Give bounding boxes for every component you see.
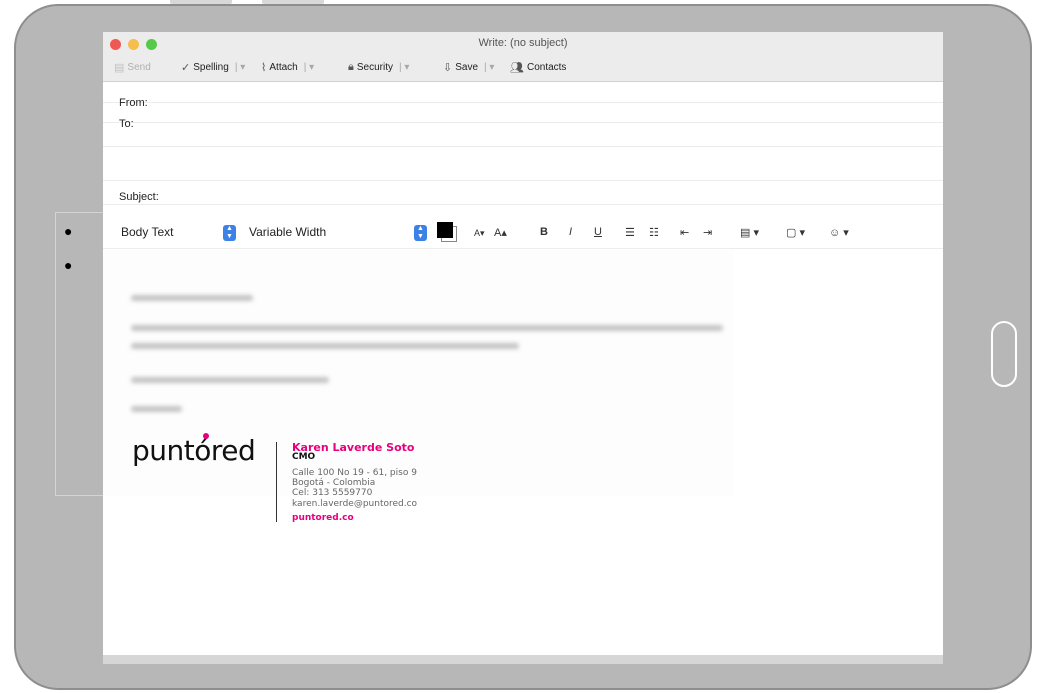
window-title: Write: (no subject) <box>478 37 568 49</box>
underline-button[interactable]: U <box>594 226 602 238</box>
signature-email[interactable]: karen.laverde@puntored.co <box>292 499 417 509</box>
signature-role: CMO <box>292 452 316 462</box>
to-row[interactable]: To: <box>103 103 943 130</box>
attach-dropdown-icon[interactable]: | ▾ <box>304 62 314 73</box>
indent-icon[interactable]: ⇥ <box>703 226 712 239</box>
subject-label: Subject: <box>119 191 159 203</box>
bold-button[interactable]: B <box>540 226 548 238</box>
font-stepper-icon[interactable]: ▲ ▼ <box>414 225 427 241</box>
contacts-button[interactable]: 👥︎ Contacts <box>510 61 566 74</box>
body-signoff <box>131 406 182 412</box>
logo-accent-dot <box>203 433 209 439</box>
compose-window: Write: (no subject) ▤ Send ✓ Spelling | … <box>103 32 943 664</box>
body-paragraph-line-1 <box>131 325 723 331</box>
send-icon: ▤ <box>114 62 125 74</box>
insert-icon[interactable]: ▢ ▾ <box>786 226 805 239</box>
numbered-list-icon[interactable]: ☷ <box>649 226 659 239</box>
signature-phone: Cel: 313 5559770 <box>292 488 373 498</box>
larger-text-button[interactable]: A▴ <box>494 226 507 239</box>
screen-bottom-bar <box>103 655 943 664</box>
smaller-text-button[interactable]: A▾ <box>474 228 485 239</box>
subject-row[interactable]: Subject: <box>103 181 943 205</box>
attach-button[interactable]: ⌇ Attach | ▾ <box>261 61 314 74</box>
outdent-icon[interactable]: ⇤ <box>680 226 689 239</box>
save-button[interactable]: ⇩ Save | ▾ <box>443 61 494 74</box>
volume-button-2 <box>262 0 324 4</box>
spelling-label: Spelling <box>193 62 229 73</box>
italic-button[interactable]: I <box>569 226 572 238</box>
spelling-button[interactable]: ✓ Spelling | ▾ <box>181 61 245 74</box>
spelling-dropdown-icon[interactable]: | ▾ <box>235 62 245 73</box>
security-label: Security <box>356 62 393 73</box>
bullet-1: ● <box>64 223 73 239</box>
paperclip-icon: ⌇ <box>261 62 267 74</box>
bullet-2: ● <box>64 257 73 273</box>
send-label: Send <box>127 62 151 73</box>
signature-address: Calle 100 No 19 - 61, piso 9 <box>292 468 417 478</box>
volume-button <box>170 0 232 4</box>
compose-toolbar: ▤ Send ✓ Spelling | ▾ ⌇ Attach | ▾ 🔒︎ Se… <box>103 54 943 82</box>
checkmark-icon: ✓ <box>181 62 191 74</box>
paragraph-style-stepper-icon[interactable]: ▲ ▼ <box>223 225 236 241</box>
recipient-row-3[interactable] <box>103 147 943 181</box>
font-select[interactable]: Variable Width <box>249 225 326 239</box>
recipient-row-2[interactable] <box>103 123 943 147</box>
format-bar: Body Text ▲ ▼ Variable Width ▲ ▼ A▾ A▴ B I… <box>103 217 943 249</box>
download-icon: ⇩ <box>443 62 453 74</box>
send-button[interactable]: ▤ Send <box>114 61 151 74</box>
security-dropdown-icon[interactable]: | ▾ <box>399 62 409 73</box>
bullet-list-icon[interactable]: ☰ <box>625 226 635 239</box>
title-bar: Write: (no subject) <box>103 32 943 54</box>
lock-icon: 🔒︎ <box>348 61 354 73</box>
puntored-logo: puntóred <box>132 434 256 467</box>
save-dropdown-icon[interactable]: | ▾ <box>484 62 494 73</box>
home-button[interactable] <box>991 321 1017 387</box>
signature-website[interactable]: puntored.co <box>292 513 354 523</box>
body-greeting <box>131 295 253 301</box>
signature-city: Bogotá - Colombia <box>292 478 376 488</box>
side-panel <box>55 212 104 496</box>
save-label: Save <box>455 62 479 73</box>
body-paragraph-line-2 <box>131 343 519 349</box>
paragraph-style-select[interactable]: Body Text <box>121 225 173 239</box>
attach-label: Attach <box>269 62 298 73</box>
security-button[interactable]: 🔒︎ Security | ▾ <box>348 61 409 74</box>
align-icon[interactable]: ▤ ▾ <box>740 226 759 239</box>
from-row[interactable]: From: <box>103 83 943 109</box>
emoji-icon[interactable]: ☺ ▾ <box>829 226 849 239</box>
body-closing-line <box>131 377 329 383</box>
contacts-icon: 👥︎ <box>510 62 524 74</box>
signature-divider <box>276 442 277 522</box>
text-color-swatch[interactable] <box>437 222 453 238</box>
contacts-label: Contacts <box>526 62 567 73</box>
